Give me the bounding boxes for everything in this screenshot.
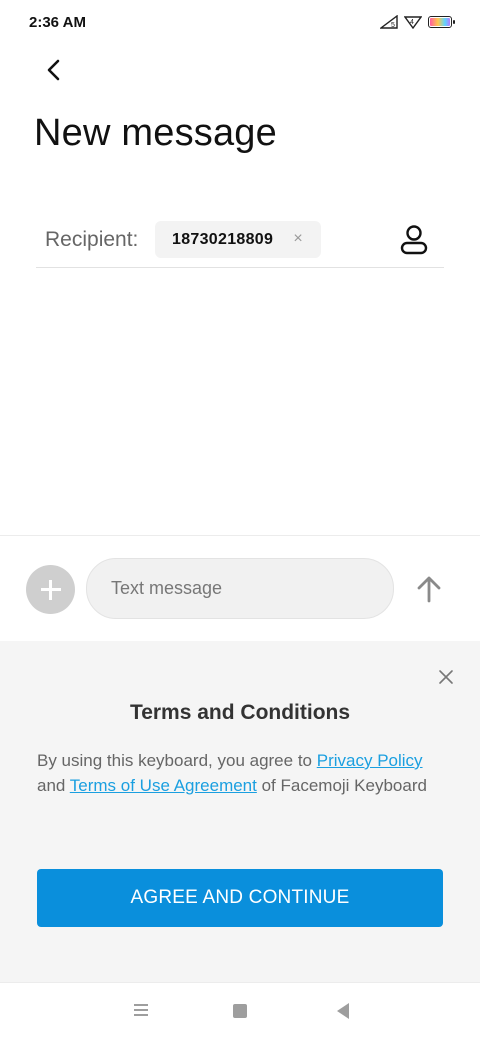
compose-divider (0, 535, 480, 536)
status-icons: 5 4 (378, 14, 455, 30)
status-bar: 2:36 AM 5 4 (0, 0, 480, 44)
menu-icon[interactable] (133, 1004, 149, 1018)
terms-body: By using this keyboard, you agree to Pri… (37, 749, 437, 798)
arrow-up-icon (417, 576, 441, 603)
terms-body-prefix: By using this keyboard, you agree to (37, 751, 317, 770)
status-time: 2:36 AM (29, 13, 86, 31)
signal-icon: 5 (378, 14, 398, 29)
home-icon[interactable] (233, 1004, 247, 1018)
privacy-policy-link[interactable]: Privacy Policy (317, 751, 423, 770)
message-input-container (86, 558, 394, 619)
recipient-row: Recipient: 18730218809 × (36, 212, 444, 268)
chip-remove-icon[interactable]: × (289, 230, 307, 248)
attach-button[interactable] (26, 565, 75, 614)
svg-text:5: 5 (391, 22, 395, 29)
close-icon (439, 670, 453, 684)
terms-title: Terms and Conditions (129, 701, 351, 724)
send-button[interactable] (410, 570, 448, 608)
terms-panel: Terms and Conditions By using this keybo… (0, 641, 480, 982)
battery-icon (428, 16, 455, 28)
navigation-bar (0, 982, 480, 1040)
person-icon (400, 225, 428, 255)
back-button[interactable] (36, 52, 72, 88)
recipient-chip-number: 18730218809 (172, 230, 274, 248)
svg-text:4: 4 (410, 19, 414, 26)
contact-picker-button[interactable] (398, 222, 430, 258)
terms-body-middle: and (37, 775, 70, 795)
network-icon: 4 (403, 15, 423, 30)
page-title: New message (34, 112, 277, 154)
chevron-left-icon (47, 59, 60, 81)
back-icon[interactable] (337, 1003, 349, 1019)
message-input[interactable] (87, 559, 393, 618)
recipient-label: Recipient: (45, 228, 139, 251)
terms-body-suffix: of Facemoji Keyboard (256, 775, 427, 795)
agree-and-continue-button[interactable]: AGREE AND CONTINUE (37, 869, 443, 927)
terms-of-use-link[interactable]: Terms of Use Agreement (70, 776, 257, 795)
terms-close-button[interactable] (434, 665, 458, 689)
recipient-chip[interactable]: 18730218809 × (155, 221, 321, 258)
